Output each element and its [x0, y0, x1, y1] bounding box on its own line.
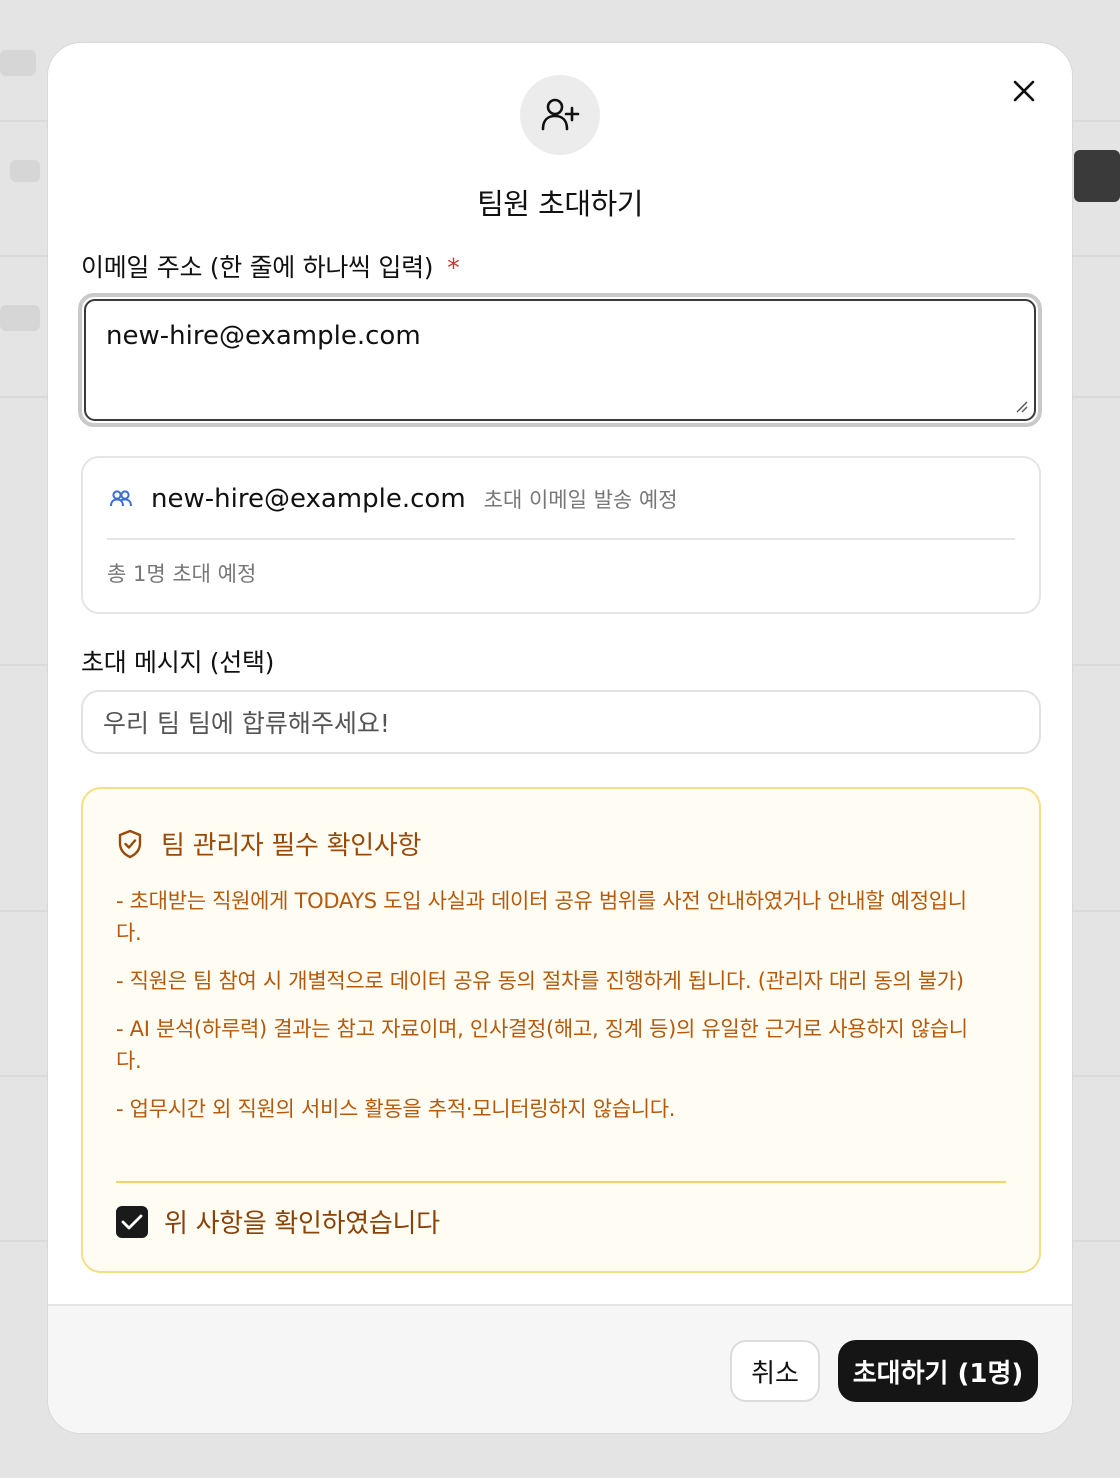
users-icon [110, 490, 132, 507]
user-plus-icon [541, 98, 580, 131]
backdrop-blur-block [0, 50, 36, 76]
message-field-label: 초대 메시지 (선택) [81, 648, 275, 677]
header-avatar [520, 75, 600, 155]
notice-item: - 업무시간 외 직원의 서비스 활동을 추적·모니터링하지 않습니다. [116, 1097, 676, 1121]
notice-title-text: 팀 관리자 필수 확인사항 [161, 831, 422, 861]
email-textarea-value: new-hire@example.com [106, 321, 421, 351]
resize-grip-icon[interactable] [1014, 399, 1028, 413]
manager-notice-box: 팀 관리자 필수 확인사항 - 초대받는 직원에게 TODAYS 도입 사실과 … [81, 787, 1041, 1273]
close-button[interactable] [1006, 73, 1042, 109]
invite-member-modal: 팀원 초대하기 이메일 주소 (한 줄에 하나씩 입력) * new-hire@e… [47, 42, 1073, 1434]
modal-footer: 취소 초대하기 (1명) [48, 1304, 1072, 1433]
shield-check-icon [118, 829, 142, 858]
preview-status: 초대 이메일 발송 예정 [483, 488, 678, 512]
cancel-button[interactable]: 취소 [730, 1340, 820, 1402]
email-textarea-focus-ring: new-hire@example.com [78, 293, 1042, 427]
notice-item: - 직원은 팀 참여 시 개별적으로 데이터 공유 동의 절차를 진행하게 됩니… [116, 969, 964, 993]
close-icon [1013, 80, 1035, 102]
check-icon [121, 1214, 143, 1229]
preview-item: new-hire@example.com 초대 이메일 발송 예정 [109, 484, 678, 514]
notice-item: - AI 분석(하루력) 결과는 참고 자료이며, 인사결정(해고, 징계 등)… [116, 1017, 968, 1073]
modal-title: 팀원 초대하기 [477, 187, 643, 221]
notice-item: - 초대받는 직원에게 TODAYS 도입 사실과 데이터 공유 범위를 사전 … [116, 889, 967, 945]
preview-divider [107, 538, 1015, 540]
email-textarea[interactable]: new-hire@example.com [84, 299, 1036, 421]
email-label-text: 이메일 주소 (한 줄에 하나씩 입력) [81, 253, 434, 282]
message-placeholder: 우리 팀 팀에 합류해주세요! [103, 709, 390, 738]
backdrop-blur-block [0, 305, 40, 331]
email-field-label: 이메일 주소 (한 줄에 하나씩 입력) * [81, 248, 460, 284]
backdrop-blur-block [1074, 150, 1120, 202]
message-input[interactable]: 우리 팀 팀에 합류해주세요! [81, 690, 1041, 754]
preview-total: 총 1명 초대 예정 [107, 562, 257, 586]
preview-email: new-hire@example.com [151, 484, 466, 514]
backdrop-blur-block [10, 160, 40, 182]
notice-title: 팀 관리자 필수 확인사항 [117, 825, 421, 862]
invite-preview: new-hire@example.com 초대 이메일 발송 예정 총 1명 초… [81, 456, 1041, 614]
required-mark: * [447, 253, 460, 282]
invite-submit-button[interactable]: 초대하기 (1명) [838, 1340, 1038, 1402]
notice-list: - 초대받는 직원에게 TODAYS 도입 사실과 데이터 공유 범위를 사전 … [116, 885, 986, 1141]
confirm-checkbox-row[interactable]: 위 사항을 확인하였습니다 [116, 1203, 440, 1240]
confirm-label: 위 사항을 확인하였습니다 [164, 1209, 440, 1239]
notice-divider [116, 1181, 1006, 1183]
confirm-checkbox[interactable] [116, 1205, 148, 1238]
